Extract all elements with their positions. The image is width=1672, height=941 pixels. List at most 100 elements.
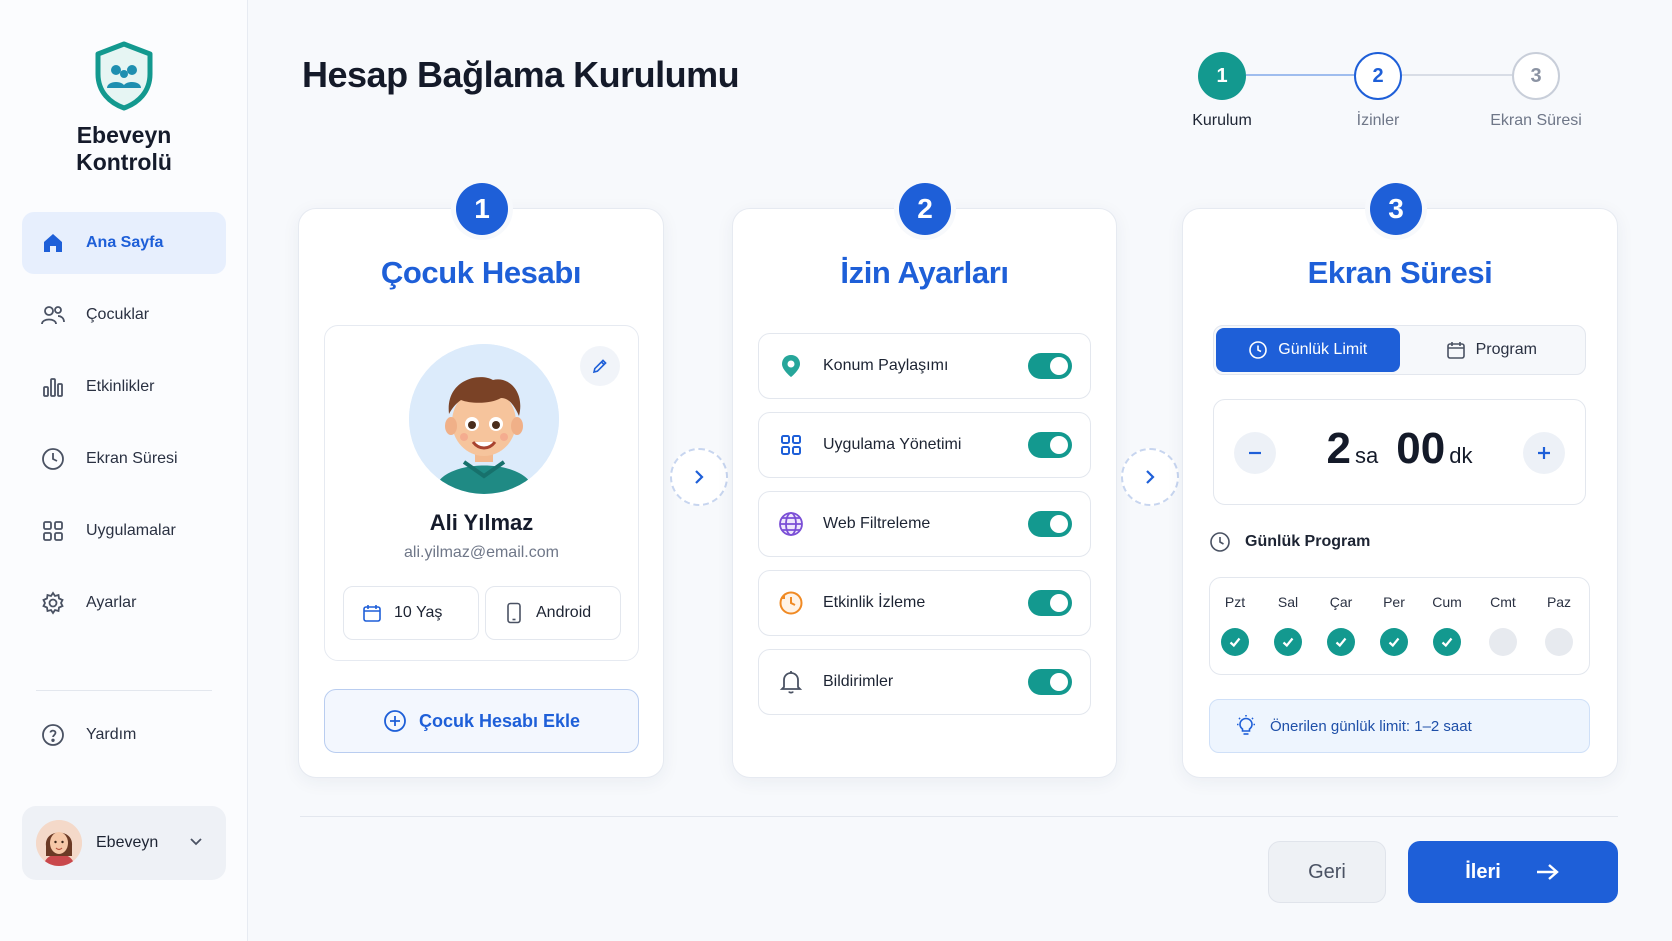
activity-monitoring-toggle[interactable] xyxy=(1028,590,1072,616)
age-chip: 10 Yaş xyxy=(343,586,479,640)
check-icon xyxy=(1441,637,1453,648)
add-child-account-button[interactable]: Çocuk Hesabı Ekle xyxy=(324,689,639,753)
clock-icon xyxy=(40,446,66,472)
permission-row-web-filter: Web Filtreleme xyxy=(758,491,1091,557)
minutes-unit: dk xyxy=(1449,443,1473,468)
shield-family-icon xyxy=(95,41,153,111)
day-toggle-paz[interactable] xyxy=(1545,628,1573,656)
location-toggle[interactable] xyxy=(1028,353,1072,379)
daily-limit-stepper: 2 sa 00 dk xyxy=(1213,399,1586,505)
sidebar-item-home[interactable]: Ana Sayfa xyxy=(22,212,226,274)
day-toggle-cum[interactable] xyxy=(1433,628,1461,656)
globe-icon xyxy=(777,510,805,538)
screen-time-card: 3 Ekran Süresi Günlük Limit Program 2 sa 0… xyxy=(1182,183,1618,778)
location-pin-icon xyxy=(777,352,805,380)
calendar-icon xyxy=(1446,340,1466,360)
next-button-label: İleri xyxy=(1465,860,1501,883)
sidebar-item-help[interactable]: Yardım xyxy=(22,704,226,766)
day-toggle-pzt[interactable] xyxy=(1221,628,1249,656)
sidebar-item-activities[interactable]: Etkinlikler xyxy=(22,356,226,418)
child-profile: Ali Yılmaz ali.yilmaz@email.com 10 Yaş A… xyxy=(324,325,639,661)
hours-value: 2 xyxy=(1326,424,1352,473)
sidebar-item-apps[interactable]: Uygulamalar xyxy=(22,500,226,562)
day-toggle-sal[interactable] xyxy=(1274,628,1302,656)
users-icon xyxy=(40,302,66,328)
sidebar-item-settings[interactable]: Ayarlar xyxy=(22,572,226,634)
chevron-right-icon xyxy=(695,470,704,484)
chevron-right-icon xyxy=(1146,470,1155,484)
step-3-indicator[interactable]: 3 xyxy=(1512,52,1560,100)
age-value: 10 Yaş xyxy=(394,604,443,621)
permission-label: Uygulama Yönetimi xyxy=(823,436,962,453)
clock-icon xyxy=(1209,531,1231,553)
permission-row-activity-monitoring: Etkinlik İzleme xyxy=(758,570,1091,636)
apps-grid-icon xyxy=(40,518,66,544)
profile-name: Ebeveyn xyxy=(96,834,159,851)
sidebar-item-children[interactable]: Çocuklar xyxy=(22,284,226,346)
step-2-label: İzinler xyxy=(1356,112,1400,129)
add-child-label: Çocuk Hesabı Ekle xyxy=(418,710,581,731)
sidebar-item-label: Çocuklar xyxy=(86,306,150,323)
card-title: Çocuk Hesabı xyxy=(380,255,582,290)
step-2-indicator[interactable]: 2 xyxy=(1354,52,1402,100)
next-button[interactable]: İleri xyxy=(1408,841,1618,903)
permission-label: Etkinlik İzleme xyxy=(823,594,926,611)
sidebar-item-label: Ayarlar xyxy=(86,594,137,611)
daily-schedule-title: Günlük Program xyxy=(1209,531,1370,553)
sidebar-item-screen-time[interactable]: Ekran Süresi xyxy=(22,428,226,490)
sidebar-item-label: Etkinlikler xyxy=(86,378,155,395)
card-title: İzin Ayarları xyxy=(840,255,1009,290)
device-value: Android xyxy=(536,604,592,621)
activity-clock-icon xyxy=(777,589,805,617)
page-title: Hesap Bağlama Kurulumu xyxy=(302,54,740,95)
day-toggle-car[interactable] xyxy=(1327,628,1355,656)
apps-grid-icon xyxy=(777,431,805,459)
permission-row-notifications: Bildirimler xyxy=(758,649,1091,715)
tab-daily-limit[interactable]: Günlük Limit xyxy=(1216,328,1400,372)
step-1-indicator[interactable]: 1 xyxy=(1198,52,1246,100)
timer-icon xyxy=(1248,340,1268,360)
chevron-down-icon xyxy=(188,833,204,854)
recommendation-tip: Önerilen günlük limit: 1–2 saat xyxy=(1209,699,1590,753)
weekday-selector: Pzt Sal Çar Per Cum Cmt Paz xyxy=(1209,577,1590,675)
notifications-toggle[interactable] xyxy=(1028,669,1072,695)
check-icon xyxy=(1229,637,1241,648)
tab-program[interactable]: Program xyxy=(1400,328,1584,372)
card-step-number: 1 xyxy=(456,183,508,235)
tip-text: Önerilen günlük limit: 1–2 saat xyxy=(1270,717,1472,735)
day-label: Çar xyxy=(1329,594,1353,610)
permission-row-app-management: Uygulama Yönetimi xyxy=(758,412,1091,478)
check-icon xyxy=(1282,637,1294,648)
day-label: Sal xyxy=(1277,594,1299,610)
day-toggle-cmt[interactable] xyxy=(1489,628,1517,656)
lightbulb-icon xyxy=(1234,714,1258,738)
gear-icon xyxy=(40,590,66,616)
next-arrow-connector xyxy=(670,448,728,506)
permission-label: Konum Paylaşımı xyxy=(823,357,949,374)
step-3-label: Ekran Süresi xyxy=(1490,112,1582,129)
sidebar: Ebeveyn Kontrolü Ana Sayfa Çocuklar Etki… xyxy=(0,0,248,941)
profile-menu[interactable]: Ebeveyn xyxy=(22,806,226,880)
sidebar-item-label: Ana Sayfa xyxy=(86,234,164,251)
sidebar-divider xyxy=(36,690,212,691)
minutes-value: 00 xyxy=(1396,424,1446,473)
increase-time-button[interactable] xyxy=(1523,432,1565,474)
avatar xyxy=(36,820,82,866)
day-label: Paz xyxy=(1546,594,1572,610)
plus-icon xyxy=(1538,447,1550,459)
step-connector xyxy=(1246,74,1354,76)
tab-label: Program xyxy=(1475,341,1537,358)
device-chip: Android xyxy=(485,586,621,640)
bell-icon xyxy=(777,668,805,696)
footer-divider xyxy=(300,816,1618,817)
back-button[interactable]: Geri xyxy=(1268,841,1386,903)
app-management-toggle[interactable] xyxy=(1028,432,1072,458)
web-filter-toggle[interactable] xyxy=(1028,511,1072,537)
pencil-icon xyxy=(592,359,607,374)
permission-label: Bildirimler xyxy=(823,673,894,690)
edit-profile-button[interactable] xyxy=(580,346,620,386)
plus-circle-icon xyxy=(383,709,407,733)
hours-unit: sa xyxy=(1355,443,1379,468)
day-toggle-per[interactable] xyxy=(1380,628,1408,656)
next-arrow-connector xyxy=(1121,448,1179,506)
